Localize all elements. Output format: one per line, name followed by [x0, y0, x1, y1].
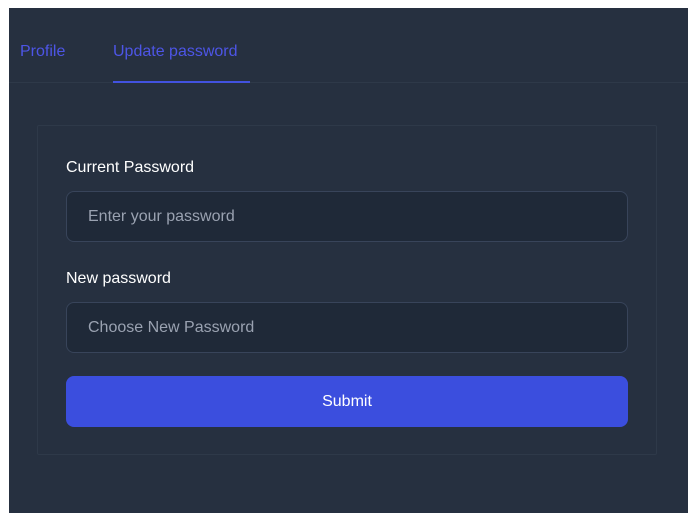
tab-profile[interactable]: Profile: [20, 42, 65, 62]
current-password-input[interactable]: [66, 191, 628, 242]
tab-update-password[interactable]: Update password: [113, 42, 238, 62]
new-password-label: New password: [66, 270, 171, 287]
submit-button[interactable]: Submit: [66, 376, 628, 427]
update-password-form: Current Password New password Submit: [37, 125, 657, 455]
settings-panel: Profile Update password Current Password…: [9, 8, 688, 513]
active-tab-indicator: [113, 81, 250, 83]
current-password-label: Current Password: [66, 159, 195, 176]
tab-bar: Profile Update password: [9, 8, 688, 83]
new-password-input[interactable]: [66, 302, 628, 353]
